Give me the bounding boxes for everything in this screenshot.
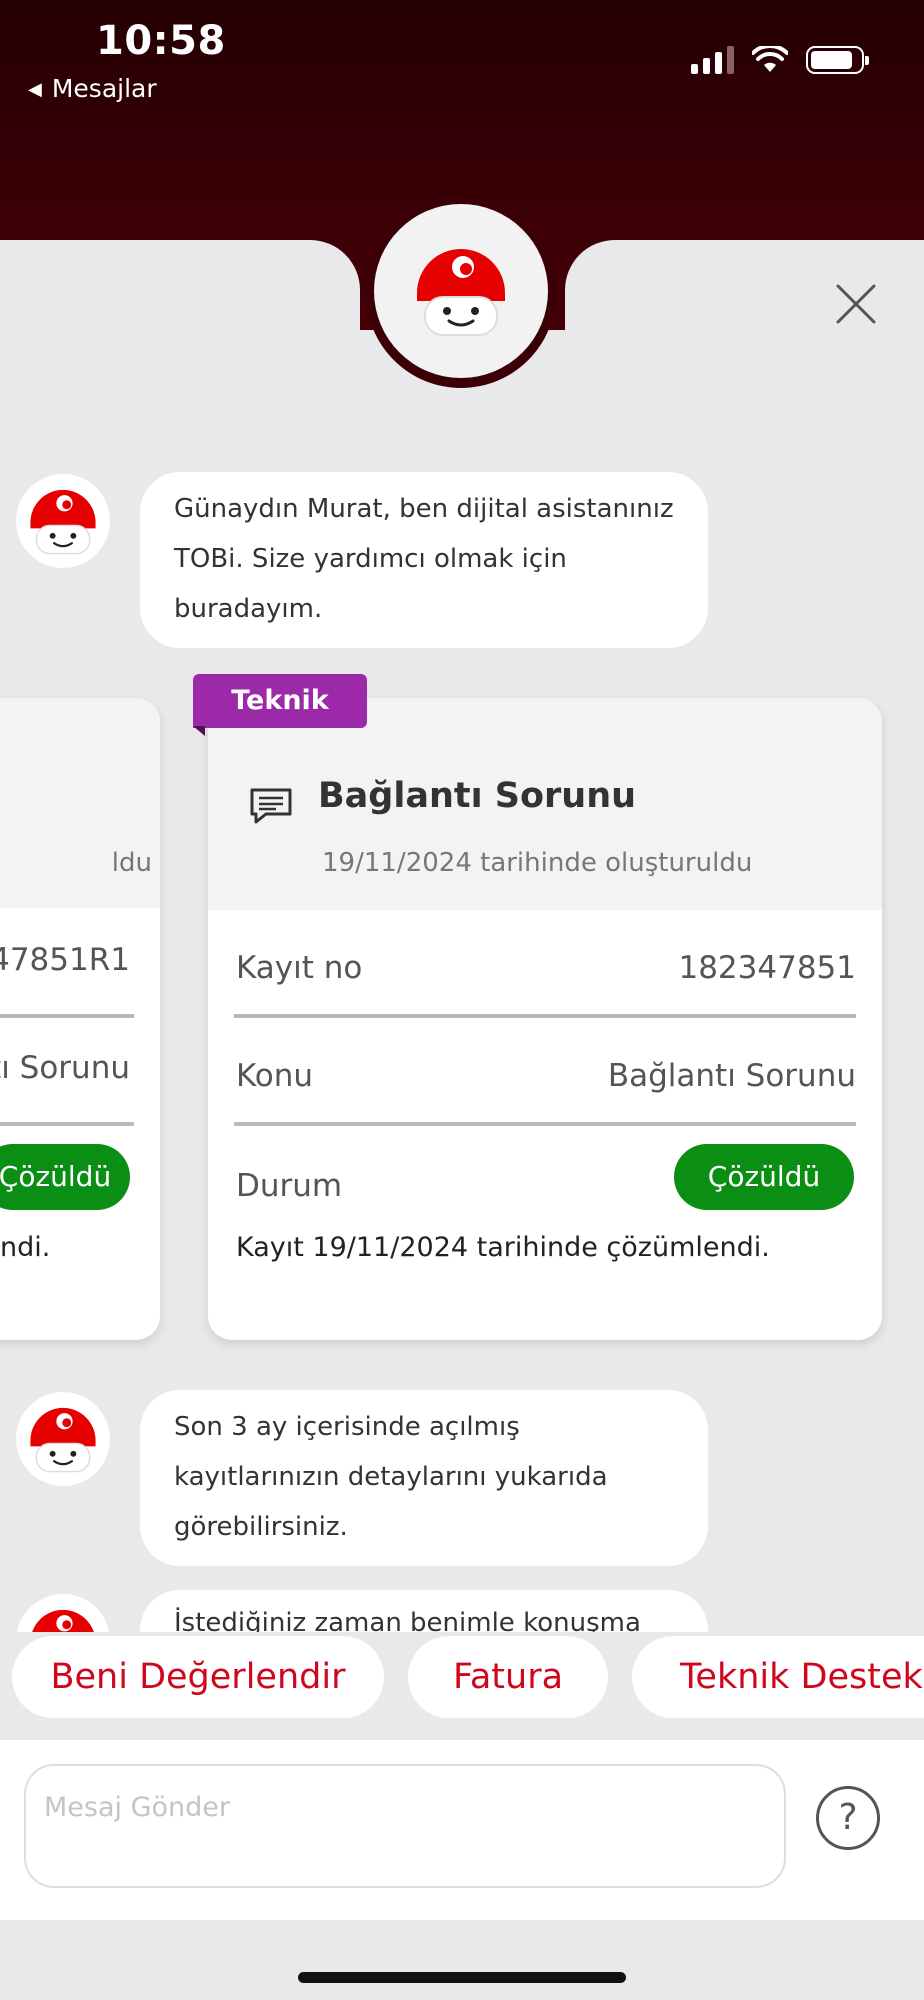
bot-message: Günaydın Murat, ben dijital asistanınız … (140, 472, 708, 648)
message-line: Günaydın Murat, ben dijital asistanınız (174, 494, 674, 524)
resolved-text: Kayıt 19/11/2024 tarihinde çözümlendi. (236, 1232, 770, 1263)
message-input[interactable] (26, 1766, 784, 1826)
home-indicator[interactable] (298, 1972, 626, 1983)
message-input-box[interactable] (24, 1764, 786, 1888)
resolved-text: ndi. (0, 1232, 51, 1263)
signal-icon (691, 44, 734, 74)
bot-message: İstediğiniz zaman benimle konuşma (140, 1590, 708, 1632)
tag-fold (193, 726, 205, 736)
message-line: buradayım. (174, 594, 323, 624)
close-icon[interactable] (832, 280, 880, 328)
subject-row: Konu Bağlantı Sorunu (234, 1018, 856, 1126)
ticket-card-partial[interactable]: ldu 47851R1 ntı Sorunu Çözüldü ndi. (0, 698, 160, 1340)
tobi-robot-icon (417, 249, 505, 336)
ticket-card[interactable]: Bağlantı Sorunu 19/11/2024 tarihinde olu… (208, 698, 882, 1340)
chat-bubble-icon (250, 788, 292, 824)
tobi-robot-icon (30, 489, 96, 555)
bot-avatar (16, 474, 110, 568)
bot-avatar (16, 1594, 110, 1632)
help-button[interactable]: ? (816, 1786, 880, 1850)
record-number-row: Kayıt no 182347851 (234, 910, 856, 1018)
row-key: Kayıt no (236, 950, 363, 986)
bot-avatar (16, 1392, 110, 1486)
card-title: Bağlantı Sorunu (318, 776, 637, 816)
status-badge: Çözüldü (674, 1144, 854, 1210)
bot-message: Son 3 ay içerisinde açılmış kayıtlarınız… (140, 1390, 708, 1566)
row-key: Konu (236, 1058, 314, 1094)
message-line: Son 3 ay içerisinde açılmış (174, 1412, 520, 1442)
tobi-avatar-large (374, 204, 548, 378)
quick-reply-rate[interactable]: Beni Değerlendir (12, 1636, 384, 1718)
message-line: İstediğiniz zaman benimle konuşma (174, 1608, 641, 1632)
row-key: Durum (236, 1168, 343, 1204)
status-time: 10:58 (96, 18, 226, 64)
quick-reply-tech-support[interactable]: Teknik Destek (632, 1636, 924, 1718)
back-arrow-icon: ◀ (28, 79, 42, 100)
clipped-message-area: İstediğiniz zaman benimle konuşma (0, 1586, 924, 1632)
back-label: Mesajlar (51, 74, 157, 103)
card-subtitle: 19/11/2024 tarihinde oluşturuldu (322, 848, 753, 878)
category-tag: Teknik (193, 674, 367, 728)
row-value: Bağlantı Sorunu (607, 1058, 856, 1094)
card-subtitle: ldu (111, 848, 152, 878)
back-to-messages-link[interactable]: ◀ Mesajlar (28, 74, 157, 103)
tobi-robot-icon (30, 1407, 96, 1473)
wifi-icon (752, 46, 788, 72)
status-badge: Çözüldü (0, 1144, 130, 1210)
tobi-robot-icon (32, 1609, 94, 1632)
kayit-value: 47851R1 (0, 942, 130, 978)
message-line: görebilirsiniz. (174, 1512, 348, 1542)
message-line: kayıtlarınızın detaylarını yukarıda (174, 1462, 608, 1492)
konu-value: ntı Sorunu (0, 1050, 130, 1086)
quick-reply-invoice[interactable]: Fatura (408, 1636, 608, 1718)
message-line: TOBi. Size yardımcı olmak için (174, 544, 567, 574)
status-icons (691, 44, 869, 74)
battery-icon (806, 46, 869, 74)
row-value: 182347851 (678, 950, 856, 986)
